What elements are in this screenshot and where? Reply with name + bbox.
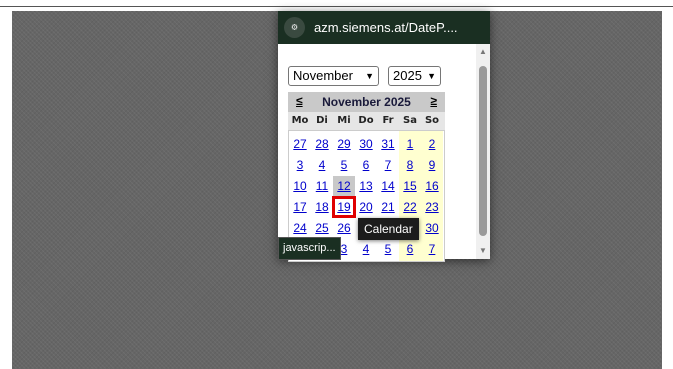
scroll-down-icon[interactable]: ▼ (476, 245, 490, 257)
status-bar-url: javascrip... (278, 237, 341, 260)
calendar-day[interactable]: 8 (399, 155, 421, 175)
calendar-day[interactable]: 3 (289, 155, 311, 175)
calendar-day[interactable]: 12 (333, 176, 355, 196)
popup-url: azm.siemens.at/DateP.... (314, 20, 458, 35)
calendar-day[interactable]: 11 (311, 176, 333, 196)
calendar-day[interactable]: 10 (289, 176, 311, 196)
scrollbar-thumb[interactable] (479, 66, 487, 236)
popup-titlebar: ⚙ azm.siemens.at/DateP.... (278, 11, 490, 44)
calendar-day[interactable]: 27 (289, 134, 311, 154)
scroll-up-icon[interactable]: ▲ (476, 46, 490, 58)
calendar-day[interactable]: 22 (399, 197, 421, 217)
calendar-day[interactable]: 18 (311, 197, 333, 217)
calendar-tooltip: Calendar (358, 218, 419, 240)
calendar-day[interactable]: 16 (421, 176, 443, 196)
calendar-day[interactable]: 5 (377, 239, 399, 259)
top-border (0, 6, 673, 7)
year-select-value: 2025 (393, 68, 422, 83)
weekday-label: Do (358, 115, 374, 126)
calendar-day[interactable]: 20 (355, 197, 377, 217)
calendar-day[interactable]: 30 (421, 218, 443, 238)
calendar-day[interactable]: 29 (333, 134, 355, 154)
calendar-day[interactable]: 6 (399, 239, 421, 259)
calendar-day[interactable]: 17 (289, 197, 311, 217)
calendar-day[interactable]: 25 (311, 218, 333, 238)
calendar-day[interactable]: 13 (355, 176, 377, 196)
month-select-value: November (293, 68, 353, 83)
calendar-header: ≤ November 2025 ≥ (288, 92, 445, 112)
calendar-day[interactable]: 31 (377, 134, 399, 154)
weekday-label: Mo (291, 115, 309, 126)
weekday-label: Di (316, 115, 328, 126)
popup-scrollbar[interactable]: ▲ ▼ (476, 44, 490, 259)
month-select[interactable]: November ▼ (288, 66, 379, 86)
calendar-day[interactable]: 19 (332, 196, 356, 218)
calendar-day[interactable]: 30 (355, 134, 377, 154)
calendar-day[interactable]: 24 (289, 218, 311, 238)
weekday-label: So (424, 115, 440, 126)
weekday-header-row: Mo Di Mi Do Fr Sa So (288, 112, 445, 130)
weekday-label: Mi (337, 115, 351, 126)
calendar-day[interactable]: 2 (421, 134, 443, 154)
calendar-day[interactable]: 21 (377, 197, 399, 217)
calendar-day[interactable]: 1 (399, 134, 421, 154)
chevron-down-icon: ▼ (365, 71, 374, 81)
calendar-day[interactable]: 9 (421, 155, 443, 175)
calendar-day[interactable]: 4 (311, 155, 333, 175)
calendar-day[interactable]: 7 (421, 239, 443, 259)
calendar-day[interactable]: 5 (333, 155, 355, 175)
weekday-label: Fr (382, 115, 394, 126)
calendar-day[interactable]: 6 (355, 155, 377, 175)
calendar-day[interactable]: 14 (377, 176, 399, 196)
weekday-label: Sa (403, 115, 417, 126)
calendar-day[interactable]: 26 (333, 218, 355, 238)
calendar-day[interactable]: 7 (377, 155, 399, 175)
calendar-day[interactable]: 15 (399, 176, 421, 196)
calendar-day[interactable]: 28 (311, 134, 333, 154)
calendar-day[interactable]: 23 (421, 197, 443, 217)
next-month-link[interactable]: ≥ (430, 94, 437, 108)
calendar-day[interactable]: 4 (355, 239, 377, 259)
calendar-title: November 2025 (322, 95, 411, 109)
chevron-down-icon: ▼ (427, 71, 436, 81)
site-settings-icon[interactable]: ⚙ (284, 17, 305, 38)
year-select[interactable]: 2025 ▼ (388, 66, 441, 86)
